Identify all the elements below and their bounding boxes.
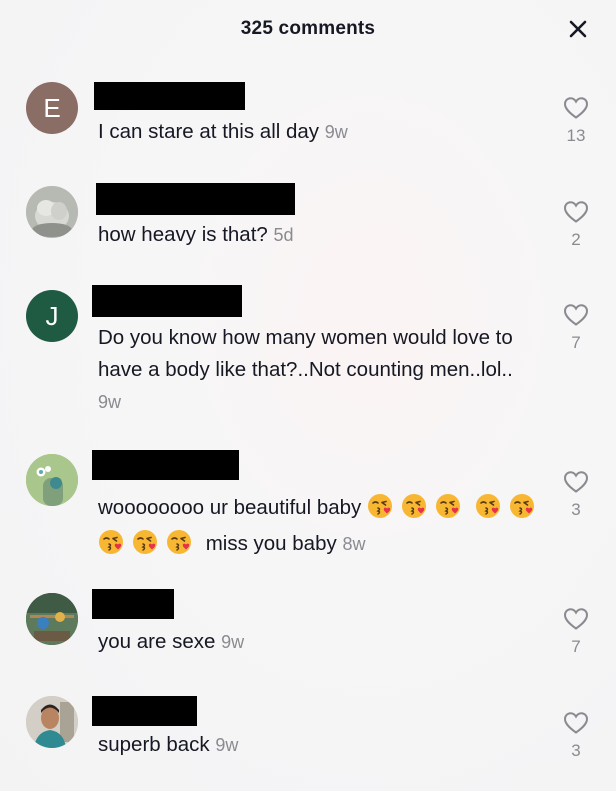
comment-body: Do you know how many women would love to… <box>98 326 513 381</box>
avatar[interactable]: E <box>26 82 78 134</box>
username-redacted[interactable] <box>94 82 245 110</box>
avatar[interactable] <box>26 454 78 506</box>
avatar-initial: E <box>43 92 61 123</box>
like-count: 3 <box>571 500 581 519</box>
comment-body-part1: woooooooo ur beautiful baby <box>98 496 362 519</box>
heart-icon <box>563 471 589 493</box>
like-button[interactable]: 13 <box>560 96 592 146</box>
comments-header: 325 comments <box>0 0 616 60</box>
username-redacted[interactable] <box>92 696 197 726</box>
heart-icon <box>563 304 589 326</box>
comment-timestamp: 9w <box>324 122 348 142</box>
comment-text: how heavy is that? 5d <box>98 219 538 251</box>
comment-timestamp: 8w <box>342 534 366 554</box>
comment-body-part2: miss you baby <box>205 532 337 555</box>
comment-timestamp: 9w <box>98 392 122 412</box>
username-redacted[interactable] <box>92 589 174 619</box>
avatar[interactable] <box>26 593 78 645</box>
comment-text: superb back 9w <box>98 729 538 761</box>
kiss-emoji-icon <box>402 494 426 518</box>
kiss-emoji-icon <box>509 494 534 518</box>
heart-icon <box>563 97 589 119</box>
heart-icon <box>563 608 589 630</box>
username-redacted[interactable] <box>92 285 242 317</box>
username-redacted[interactable] <box>92 450 239 480</box>
heart-icon <box>563 201 589 223</box>
comment-body: I can stare at this all day <box>98 120 320 143</box>
comment-text: I can stare at this all day 9w <box>98 116 538 148</box>
kiss-emoji-icon <box>167 530 191 554</box>
avatar[interactable] <box>26 696 78 748</box>
comments-sheet: 325 comments E I can stare at this all d… <box>0 0 616 791</box>
kiss-emoji-icon <box>99 530 123 554</box>
like-button[interactable]: 3 <box>560 711 592 761</box>
like-button[interactable]: 2 <box>560 200 592 250</box>
comment-text: you are sexe 9w <box>98 626 538 658</box>
like-count: 7 <box>571 637 581 656</box>
heart-icon <box>563 712 589 734</box>
avatar-photo-icon <box>26 696 78 748</box>
like-count: 7 <box>571 333 581 352</box>
comment-item: you are sexe 9w 7 <box>0 588 616 668</box>
comment-text: woooooooo ur beautiful baby miss you bab… <box>98 490 548 562</box>
avatar[interactable]: J <box>26 290 78 342</box>
kiss-emoji-icon <box>368 494 392 518</box>
comment-item: how heavy is that? 5d 2 <box>0 183 616 263</box>
like-count: 3 <box>571 741 581 760</box>
like-button[interactable]: 7 <box>560 607 592 657</box>
comment-text: Do you know how many women would love to… <box>98 322 528 418</box>
comment-body: you are sexe <box>98 630 216 653</box>
close-icon <box>569 20 587 38</box>
comments-count-title: 325 comments <box>240 18 376 39</box>
comment-timestamp: 9w <box>215 735 239 755</box>
like-button[interactable]: 7 <box>560 303 592 353</box>
emoji-group <box>367 494 469 519</box>
close-button[interactable] <box>566 17 590 41</box>
comment-item: woooooooo ur beautiful baby miss you bab… <box>0 450 616 570</box>
like-button[interactable]: 3 <box>560 470 592 520</box>
avatar-photo-icon <box>26 186 78 238</box>
username-redacted[interactable] <box>96 183 295 215</box>
like-count: 13 <box>566 126 586 145</box>
kiss-emoji-icon <box>133 530 157 554</box>
avatar[interactable] <box>26 186 78 238</box>
comment-item: J Do you know how many women would love … <box>0 285 616 425</box>
avatar-photo-icon <box>26 593 78 645</box>
comment-body: how heavy is that? <box>98 223 268 246</box>
kiss-emoji-icon <box>475 494 500 518</box>
comment-item: E I can stare at this all day 9w 13 <box>0 82 616 162</box>
comment-item: superb back 9w 3 <box>0 693 616 773</box>
avatar-initial: J <box>45 300 59 331</box>
comment-body: superb back <box>98 733 210 756</box>
kiss-emoji-icon <box>436 494 460 518</box>
like-count: 2 <box>571 230 581 249</box>
comment-timestamp: 5d <box>273 225 294 245</box>
avatar-cartoon-icon <box>26 454 78 506</box>
comment-timestamp: 9w <box>221 632 245 652</box>
